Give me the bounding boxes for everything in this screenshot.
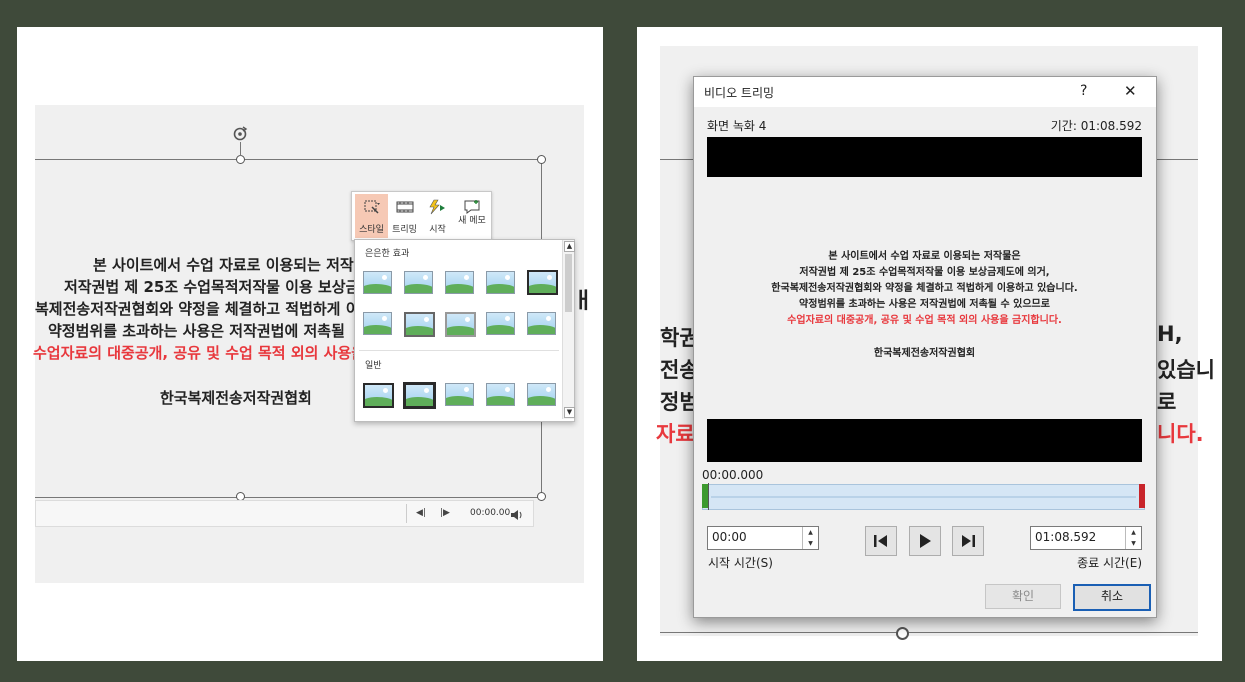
- style-thumb[interactable]: [363, 383, 394, 408]
- ok-button[interactable]: 확인: [985, 584, 1061, 609]
- video-playbar: ◀| |▶ 00:00.00: [35, 500, 534, 527]
- resize-handle-top-right[interactable]: [537, 155, 546, 164]
- style-thumb[interactable]: [363, 312, 392, 335]
- resize-handle-bottom-right[interactable]: [537, 492, 546, 501]
- style-thumb[interactable]: [445, 312, 476, 337]
- end-time-spinner[interactable]: 01:08.592 ▲▼: [1030, 526, 1142, 550]
- step-forward-icon[interactable]: |▶: [440, 508, 450, 518]
- style-thumb[interactable]: [486, 312, 515, 335]
- slide-text-tail: ㅐ: [573, 283, 593, 315]
- style-button[interactable]: 스타일: [355, 194, 388, 238]
- trim-button[interactable]: 트리밍: [389, 194, 420, 238]
- audio-waveform: [711, 496, 1136, 498]
- video-letterbox-bottom: [707, 419, 1142, 462]
- start-time-value: 00:00: [712, 530, 747, 544]
- slide-text-line1: 본 사이트에서 수업 자료로 이용되는 저작: [93, 254, 354, 275]
- style-thumb[interactable]: [486, 271, 515, 294]
- slide-text-line2: 저작권법 제 25조 수업목적저작물 이용 보상금제: [64, 276, 373, 297]
- video-letterbox-top: [707, 137, 1142, 177]
- duration: 기간: 01:08.592: [1051, 117, 1142, 134]
- play-button[interactable]: [909, 526, 941, 556]
- style-thumb[interactable]: [363, 271, 392, 294]
- close-button[interactable]: ✕: [1124, 82, 1137, 100]
- behind-text-l1r: H,: [1157, 322, 1183, 346]
- trim-icon: [396, 199, 414, 218]
- style-thumb[interactable]: [527, 383, 556, 406]
- gallery-divider: [359, 350, 559, 351]
- volume-icon[interactable]: [510, 506, 524, 525]
- playhead[interactable]: [708, 483, 709, 510]
- next-frame-button[interactable]: [952, 526, 984, 556]
- video-mini-toolbar: 스타일 트리밍 시작 새 메모: [351, 191, 492, 241]
- video-text-line3: 한국복제전송저작권협회와 약정을 체결하고 적법하게 이용하고 있습니다.: [707, 279, 1142, 294]
- scroll-down-icon[interactable]: ▼: [564, 407, 575, 418]
- gallery-section-subtle: 은은한 효과: [365, 246, 409, 259]
- gallery-section-normal: 일반: [365, 358, 382, 371]
- style-thumb[interactable]: [445, 383, 474, 406]
- spin-up-icon[interactable]: ▲: [803, 527, 818, 538]
- end-trim-handle[interactable]: [1139, 484, 1145, 508]
- style-thumb[interactable]: [527, 270, 558, 295]
- video-text-line4: 약정범위를 초과하는 사용은 저작권법에 저촉될 수 있으므로: [707, 295, 1142, 310]
- style-thumb[interactable]: [527, 312, 556, 335]
- video-text-org: 한국복제전송저작권협회: [707, 344, 1142, 359]
- video-style-gallery: 은은한 효과 일반 ▲ ▼: [354, 239, 575, 422]
- step-back-icon[interactable]: ◀|: [416, 508, 426, 518]
- video-text-line2: 저작권법 제 25조 수업목적저작물 이용 보상금제도에 의거,: [707, 263, 1142, 278]
- style-icon: [363, 199, 381, 218]
- style-thumb[interactable]: [403, 382, 436, 409]
- slide-text-line4: 약정범위를 초과하는 사용은 저작권법에 저촉될: [48, 320, 345, 341]
- end-time-value: 01:08.592: [1035, 530, 1096, 544]
- behind-text-l3r: 로: [1157, 386, 1176, 416]
- spin-down-icon[interactable]: ▼: [803, 538, 818, 549]
- right-resize-handle-bottom[interactable]: [896, 627, 909, 640]
- start-time-label: 시작 시간(S): [708, 554, 773, 571]
- prev-frame-button[interactable]: [865, 526, 897, 556]
- playbar-divider: [406, 504, 407, 523]
- video-text-line5: 수업자료의 대중공개, 공유 및 수업 목적 외의 사용을 금지합니다.: [707, 311, 1142, 326]
- start-time-spinner[interactable]: 00:00 ▲▼: [707, 526, 819, 550]
- dialog-titlebar[interactable]: 비디오 트리밍 ? ✕: [694, 77, 1156, 107]
- start-lightning-icon: [428, 199, 448, 218]
- scroll-up-icon[interactable]: ▲: [564, 241, 575, 252]
- resize-handle-top[interactable]: [236, 155, 245, 164]
- spin-up-icon[interactable]: ▲: [1126, 527, 1141, 538]
- dialog-title: 비디오 트리밍: [704, 84, 774, 101]
- behind-text-l2r: 있습니: [1157, 354, 1215, 384]
- video-preview: 본 사이트에서 수업 자료로 이용되는 저작물은 저작권법 제 25조 수업목적…: [707, 177, 1142, 419]
- new-memo-button[interactable]: 새 메모: [455, 194, 489, 238]
- slide-text-line5: 수업자료의 대중공개, 공유 및 수업 목적 외의 사용을: [33, 342, 365, 363]
- rotate-handle-stem: [240, 142, 241, 156]
- end-time-label: 종료 시간(E): [1077, 554, 1142, 571]
- rotate-icon[interactable]: [232, 126, 248, 142]
- style-thumb[interactable]: [404, 312, 435, 337]
- style-thumb[interactable]: [445, 271, 474, 294]
- current-time: 00:00.000: [702, 468, 763, 482]
- style-thumb[interactable]: [486, 383, 515, 406]
- playbar-time: 00:00.00: [470, 508, 510, 518]
- trim-timeline[interactable]: [702, 484, 1145, 510]
- video-trim-dialog: 비디오 트리밍 ? ✕ 화면 녹화 4 기간: 01:08.592 본 사이트에…: [693, 76, 1157, 618]
- play-icon: [910, 527, 940, 555]
- slide-text-line3: 복제전송저작권협회와 약정을 체결하고 적법하게 이: [35, 298, 360, 319]
- gallery-scrollbar[interactable]: ▲ ▼: [562, 240, 574, 419]
- behind-text-l4r: 니다.: [1157, 418, 1204, 448]
- video-text-line1: 본 사이트에서 수업 자료로 이용되는 저작물은: [707, 247, 1142, 262]
- file-name: 화면 녹화 4: [707, 117, 766, 134]
- spin-down-icon[interactable]: ▼: [1126, 538, 1141, 549]
- next-frame-icon: [953, 527, 983, 555]
- help-button[interactable]: ?: [1080, 83, 1087, 99]
- prev-frame-icon: [866, 527, 896, 555]
- cancel-button[interactable]: 취소: [1073, 584, 1151, 611]
- scroll-thumb[interactable]: [565, 254, 572, 312]
- style-thumb[interactable]: [404, 271, 433, 294]
- right-selection-bottom: [660, 632, 1198, 633]
- slide-text-org: 한국복제전송저작권협회: [160, 387, 312, 408]
- start-button[interactable]: 시작: [421, 194, 454, 238]
